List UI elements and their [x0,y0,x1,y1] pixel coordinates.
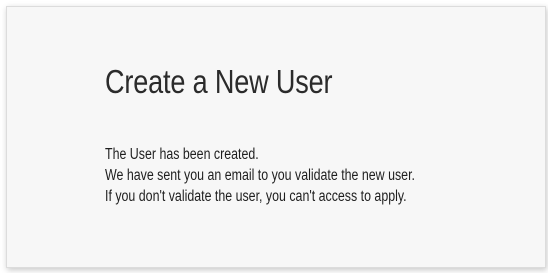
message-line-validate-warning: If you don't validate the user, you can'… [105,188,407,205]
confirmation-panel: Create a New User The User has been crea… [6,6,546,268]
message-line-created: The User has been created. [105,146,259,163]
page-title: Create a New User [105,63,333,100]
message-line-email-sent: We have sent you an email to you validat… [105,167,415,184]
confirmation-message: The User has been created. We have sent … [105,144,415,207]
